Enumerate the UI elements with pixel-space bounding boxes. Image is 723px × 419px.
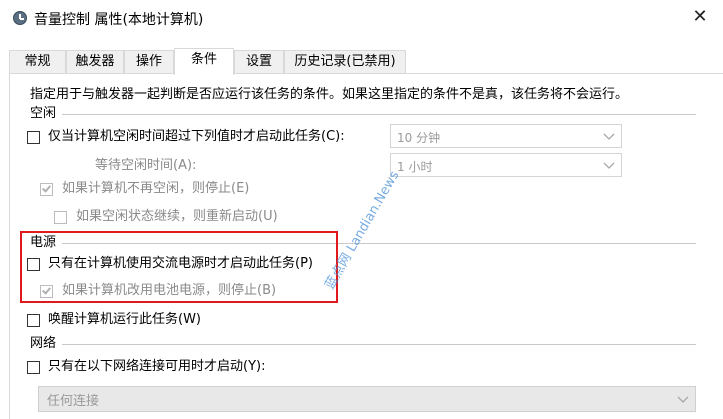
tab-settings[interactable]: 设置 bbox=[234, 50, 284, 74]
idle-group-divider bbox=[62, 114, 696, 115]
network-only-checkbox[interactable] bbox=[27, 361, 40, 374]
start-if-idle-checkbox[interactable] bbox=[27, 131, 40, 144]
wake-computer-checkbox[interactable] bbox=[27, 314, 40, 327]
network-group-label: 网络 bbox=[30, 336, 57, 351]
chevron-down-icon bbox=[675, 391, 691, 407]
wait-idle-combo[interactable]: 1 小时 bbox=[390, 153, 622, 177]
wait-idle-value: 1 小时 bbox=[397, 160, 433, 174]
clock-icon bbox=[13, 11, 27, 25]
network-connection-combo[interactable]: 任何连接 bbox=[38, 386, 696, 412]
window-title: 音量控制 属性(本地计算机) bbox=[34, 12, 204, 28]
description-text: 指定用于与触发器一起判断是否应运行该任务的条件。如果这里指定的条件不是真，该任务… bbox=[30, 87, 629, 102]
tab-general[interactable]: 常规 bbox=[9, 50, 66, 74]
stop-if-not-idle-checkbox[interactable] bbox=[40, 183, 53, 196]
idle-group-label: 空闲 bbox=[30, 106, 57, 121]
highlight-box bbox=[20, 231, 338, 303]
restart-if-idle-checkbox[interactable] bbox=[54, 211, 67, 224]
stop-if-not-idle-label[interactable]: 如果计算机不再空闲，则停止(E) bbox=[62, 181, 249, 197]
idle-duration-value: 10 分钟 bbox=[397, 131, 441, 145]
close-button[interactable]: ✕ bbox=[677, 0, 723, 36]
title-bar: 音量控制 属性(本地计算机) ✕ bbox=[0, 0, 723, 36]
chevron-down-icon bbox=[601, 128, 617, 144]
network-group-divider bbox=[62, 344, 696, 345]
tab-actions[interactable]: 操作 bbox=[124, 50, 174, 74]
tab-history[interactable]: 历史记录(已禁用) bbox=[284, 50, 406, 74]
restart-if-idle-label[interactable]: 如果空闲状态继续，则重新启动(U) bbox=[76, 209, 278, 225]
tab-conditions[interactable]: 条件 bbox=[174, 48, 234, 75]
checkmark-icon bbox=[42, 183, 51, 193]
tab-triggers[interactable]: 触发器 bbox=[66, 50, 124, 74]
network-connection-value: 任何连接 bbox=[47, 394, 100, 409]
wait-idle-label: 等待空闲时间(A): bbox=[95, 158, 197, 173]
idle-duration-combo[interactable]: 10 分钟 bbox=[390, 124, 622, 148]
chevron-down-icon bbox=[601, 157, 617, 173]
wake-computer-label[interactable]: 唤醒计算机运行此任务(W) bbox=[48, 312, 201, 328]
tab-strip: 常规 触发器 操作 条件 设置 历史记录(已禁用) bbox=[0, 48, 723, 75]
start-if-idle-label[interactable]: 仅当计算机空闲时间超过下列值时才启动此任务(C): bbox=[48, 129, 345, 145]
network-only-label[interactable]: 只有在以下网络连接可用时才启动(Y): bbox=[48, 359, 265, 375]
